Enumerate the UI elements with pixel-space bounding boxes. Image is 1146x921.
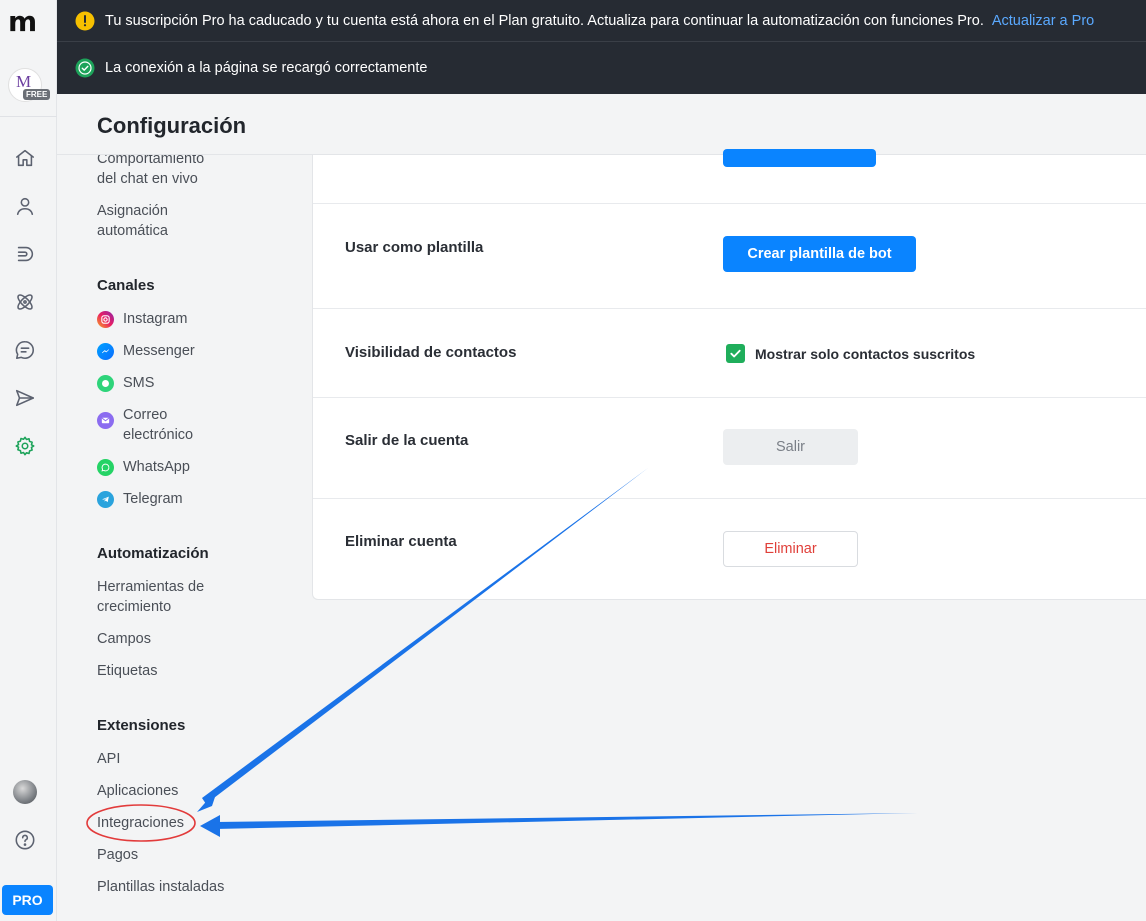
settings-icon[interactable] xyxy=(12,433,38,459)
check-circle-icon xyxy=(75,58,95,78)
subscription-expired-banner: Tu suscripción Pro ha caducado y tu cuen… xyxy=(57,0,1146,42)
settings-row-template: Usar como plantilla Crear plantilla de b… xyxy=(313,204,1146,309)
rail-divider xyxy=(0,116,57,117)
nav-item-payments[interactable]: Pagos xyxy=(97,845,138,865)
sms-icon xyxy=(97,375,114,392)
nav-item-live-chat[interactable]: Comportamiento del chat en vivo xyxy=(97,155,227,189)
whatsapp-icon xyxy=(97,459,114,476)
create-bot-template-button[interactable]: Crear plantilla de bot xyxy=(723,236,916,272)
banner-message: La conexión a la página se recargó corre… xyxy=(105,60,428,76)
nav-item-installed-templates[interactable]: Plantillas instaladas xyxy=(97,877,224,897)
nav-item-apps[interactable]: Aplicaciones xyxy=(97,781,178,801)
email-icon xyxy=(97,412,114,429)
warning-icon xyxy=(75,11,95,31)
automation-icon[interactable] xyxy=(12,241,38,267)
delete-label: Eliminar cuenta xyxy=(345,533,457,550)
channel-label: Correo electrónico xyxy=(123,407,194,443)
help-icon[interactable] xyxy=(12,827,38,853)
nav-item-api[interactable]: API xyxy=(97,749,120,769)
instagram-icon xyxy=(97,311,114,328)
settings-row-delete: Eliminar cuenta Eliminar xyxy=(313,499,1146,600)
upgrade-link[interactable]: Actualizar a Pro xyxy=(992,13,1094,29)
nav-item-integrations[interactable]: Integraciones xyxy=(97,813,184,833)
previous-row-button[interactable] xyxy=(723,149,876,167)
nav-item-instagram[interactable]: Instagram xyxy=(97,309,187,329)
delete-account-button[interactable]: Eliminar xyxy=(723,531,858,567)
logo[interactable]: m xyxy=(8,8,44,36)
page-title: Configuración xyxy=(97,113,247,138)
annotation-arrow-horizontal xyxy=(215,813,918,829)
nav-item-tags[interactable]: Etiquetas xyxy=(97,661,157,681)
subscribed-only-checkbox[interactable] xyxy=(726,344,745,363)
nav-item-growth-tools[interactable]: Herramientas de crecimiento xyxy=(97,577,227,617)
send-icon[interactable] xyxy=(12,385,38,411)
nav-item-sms[interactable]: SMS xyxy=(97,373,154,393)
telegram-icon xyxy=(97,491,114,508)
nav-item-messenger[interactable]: Messenger xyxy=(97,341,195,361)
channel-label: SMS xyxy=(123,375,155,391)
channel-label: WhatsApp xyxy=(123,459,190,475)
contacts-icon[interactable] xyxy=(12,193,38,219)
reload-success-banner: La conexión a la página se recargó corre… xyxy=(57,42,1146,94)
account-avatar[interactable]: M FREE xyxy=(8,68,51,102)
channel-label: Instagram xyxy=(123,311,188,327)
left-rail: m M FREE PRO xyxy=(0,0,57,921)
nav-item-telegram[interactable]: Telegram xyxy=(97,489,183,509)
checkmark-icon xyxy=(730,349,741,358)
messenger-icon xyxy=(97,343,114,360)
page-header: Configuración xyxy=(57,94,1146,155)
pro-button[interactable]: PRO xyxy=(2,885,53,915)
home-icon[interactable] xyxy=(12,145,38,171)
chat-icon[interactable] xyxy=(12,337,38,363)
settings-panel: Usar como plantilla Crear plantilla de b… xyxy=(312,149,1146,600)
logout-label: Salir de la cuenta xyxy=(345,432,469,449)
settings-row-previous xyxy=(313,149,1146,204)
subscribed-only-label: Mostrar solo contactos suscritos xyxy=(755,346,976,362)
nav-item-fields[interactable]: Campos xyxy=(97,629,151,649)
user-avatar[interactable] xyxy=(13,780,37,804)
channel-label: Telegram xyxy=(123,491,183,507)
nav-item-email[interactable]: Correo electrónico xyxy=(97,405,217,445)
template-label: Usar como plantilla xyxy=(345,239,484,256)
nav-item-whatsapp[interactable]: WhatsApp xyxy=(97,457,190,477)
logout-button[interactable]: Salir xyxy=(723,429,858,465)
plan-badge: FREE xyxy=(23,89,51,100)
banner-message: Tu suscripción Pro ha caducado y tu cuen… xyxy=(105,12,984,29)
settings-row-visibility: Visibilidad de contactos Mostrar solo co… xyxy=(313,309,1146,398)
channel-label: Messenger xyxy=(123,343,195,359)
atom-icon[interactable] xyxy=(12,289,38,315)
nav-section-extensions: Extensiones xyxy=(97,717,186,734)
settings-nav: Comportamiento del chat en vivo Asignaci… xyxy=(57,155,312,921)
settings-row-logout: Salir de la cuenta Salir xyxy=(313,398,1146,499)
nav-section-channels: Canales xyxy=(97,277,155,294)
visibility-label: Visibilidad de contactos xyxy=(345,344,517,361)
nav-section-automation: Automatización xyxy=(97,545,209,562)
nav-item-auto-assign[interactable]: Asignación automática xyxy=(97,201,197,241)
